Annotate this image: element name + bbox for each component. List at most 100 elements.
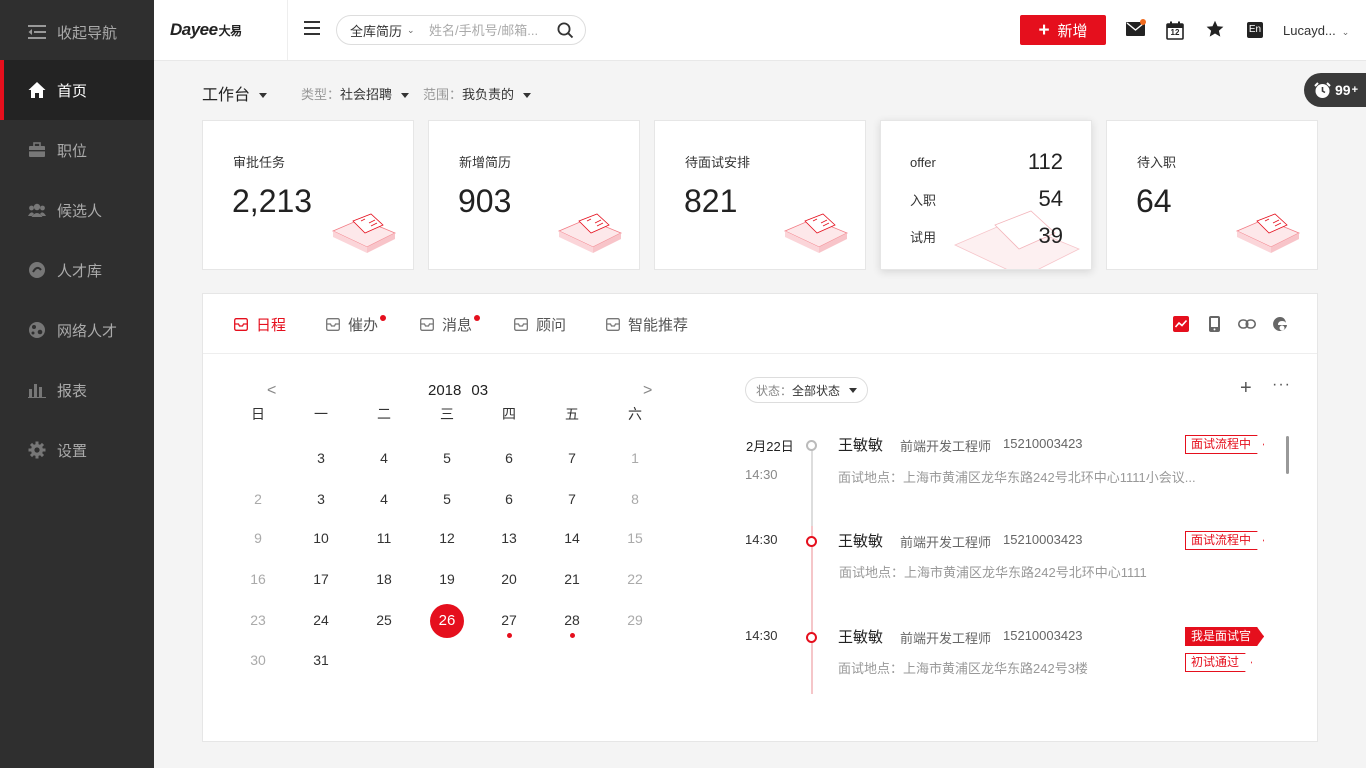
tab-schedule[interactable]: 日程 <box>234 314 286 335</box>
calendar-day[interactable]: 27 <box>489 604 529 638</box>
chevron-down-icon: ⌄ <box>1341 27 1350 37</box>
calendar-day[interactable]: 3 <box>301 483 341 515</box>
range-filter-label: 范围： <box>423 87 463 102</box>
caret-down-icon <box>523 93 532 99</box>
stat-card-offer-onboard[interactable]: offer 112 入职 54 试用 39 <box>880 120 1092 270</box>
calendar-day[interactable]: 25 <box>364 604 404 636</box>
calendar-day[interactable]: 16 <box>238 563 278 595</box>
link-icon[interactable] <box>1238 315 1256 333</box>
add-new-button[interactable]: + 新增 <box>1020 15 1106 45</box>
trend-chart-icon[interactable] <box>1172 315 1190 333</box>
stat-card-new-resumes[interactable]: 新增简历 903 <box>428 120 640 270</box>
calendar-day[interactable]: 29 <box>615 604 655 636</box>
logo: Dayee大易 <box>170 20 242 40</box>
tab-messages[interactable]: 消息 <box>420 314 481 335</box>
calendar-day[interactable]: 7 <box>552 483 592 515</box>
user-menu[interactable]: Lucayd... ⌄ <box>1283 23 1349 38</box>
sidebar-item-positions[interactable]: 职位 <box>0 120 154 180</box>
calendar-day[interactable]: 24 <box>301 604 341 636</box>
calendar-day[interactable]: 6 <box>489 442 529 474</box>
network-icon <box>28 321 46 339</box>
scrollbar[interactable] <box>1286 436 1289 474</box>
sidebar-item-settings[interactable]: 设置 <box>0 420 154 480</box>
edge-browser-icon[interactable] <box>1271 315 1289 333</box>
menu-icon[interactable] <box>304 21 320 37</box>
calendar-day[interactable]: 7 <box>552 442 592 474</box>
status-filter-select[interactable]: 状态： 全部状态 <box>745 377 869 403</box>
tab-consultant[interactable]: 顾问 <box>514 314 566 335</box>
candidate-position: 前端开发工程师 <box>900 535 992 550</box>
calendar-icon[interactable]: 12 <box>1165 20 1185 40</box>
calendar-day[interactable]: 13 <box>489 522 529 554</box>
candidate-name[interactable]: 王敏敏 <box>838 530 883 551</box>
star-icon[interactable] <box>1205 19 1225 39</box>
tab-label: 催办 <box>348 317 379 334</box>
sidebar-item-talent-pool[interactable]: 人才库 <box>0 240 154 300</box>
calendar-day[interactable]: 15 <box>615 522 655 554</box>
search-input[interactable] <box>429 22 551 38</box>
stat-card-approval[interactable]: 审批任务 2,213 <box>202 120 414 270</box>
add-schedule-button[interactable]: + <box>1240 378 1252 398</box>
sidebar-item-reports[interactable]: 报表 <box>0 360 154 420</box>
calendar-day[interactable]: 18 <box>364 563 404 595</box>
calendar-day[interactable]: 1 <box>615 442 655 474</box>
more-icon[interactable]: ··· <box>1272 376 1291 394</box>
calendar-day[interactable]: 5 <box>427 483 467 515</box>
reminder-count-suffix: + <box>1351 84 1359 96</box>
calendar-day: 12 <box>1170 28 1180 37</box>
calendar-day[interactable]: 20 <box>489 563 529 595</box>
type-filter[interactable]: 类型：社会招聘 <box>301 84 410 103</box>
candidate-name[interactable]: 王敏敏 <box>838 434 883 455</box>
calendar-day[interactable]: 4 <box>364 483 404 515</box>
calendar-day[interactable]: 10 <box>301 522 341 554</box>
calendar-day[interactable]: 17 <box>301 563 341 595</box>
workbench-title-dropdown[interactable]: 工作台 <box>202 81 268 105</box>
calendar-day[interactable]: 14 <box>552 522 592 554</box>
weekday-header: 五 <box>565 406 579 422</box>
collapse-nav-button[interactable]: 收起导航 <box>0 0 154 64</box>
calendar-day[interactable]: 5 <box>427 442 467 474</box>
stat-card-interview-pending[interactable]: 待面试安排 821 <box>654 120 866 270</box>
calendar-day[interactable]: 30 <box>238 644 278 676</box>
sidebar-item-home[interactable]: 首页 <box>0 60 154 120</box>
tab-smart-recommend[interactable]: 智能推荐 <box>606 314 688 335</box>
collapse-nav-label: 收起导航 <box>57 24 118 42</box>
calendar-day[interactable]: 11 <box>364 522 404 554</box>
stat-card-label: 审批任务 <box>233 155 286 170</box>
mobile-icon[interactable] <box>1205 315 1223 333</box>
caret-down-icon <box>259 93 268 99</box>
stat-row-label: 试用 <box>910 229 937 245</box>
calendar-day[interactable]: 23 <box>238 604 278 636</box>
calendar-day[interactable]: 22 <box>615 563 655 595</box>
calendar-day[interactable]: 12 <box>427 522 467 554</box>
candidate-name[interactable]: 王敏敏 <box>838 626 883 647</box>
calendar-day[interactable]: 8 <box>615 483 655 515</box>
calendar-day[interactable]: 4 <box>364 442 404 474</box>
event-date: 2月22日 <box>746 439 794 454</box>
calendar-day[interactable]: 9 <box>238 522 278 554</box>
calendar-day[interactable]: 6 <box>489 483 529 515</box>
calendar-day[interactable]: 2 <box>238 483 278 515</box>
status-tag: 面试流程中 <box>1185 435 1264 454</box>
sidebar-item-candidates[interactable]: 候选人 <box>0 180 154 240</box>
language-switch[interactable]: En <box>1245 20 1265 40</box>
calendar-day[interactable]: 3 <box>301 442 341 474</box>
reminder-badge[interactable]: 99 + <box>1304 73 1366 107</box>
calendar-day[interactable]: 21 <box>552 563 592 595</box>
mail-icon[interactable] <box>1125 19 1146 39</box>
notify-dot <box>474 314 481 321</box>
sidebar-item-label: 首页 <box>57 82 88 100</box>
add-new-label: 新增 <box>1057 22 1088 40</box>
panel-tabs: 日程 催办 消息 顾问 智能推荐 <box>203 294 1317 354</box>
range-filter[interactable]: 范围：我负责的 <box>423 84 532 103</box>
sidebar-item-network-talent[interactable]: 网络人才 <box>0 300 154 360</box>
calendar-day[interactable]: 31 <box>301 644 341 676</box>
stat-card-pending-onboard[interactable]: 待入职 64 <box>1106 120 1318 270</box>
tab-urge[interactable]: 催办 <box>326 314 387 335</box>
search-scope-select[interactable]: 全库简历 ⌄ <box>337 21 429 40</box>
calendar-day[interactable]: 28 <box>552 604 592 638</box>
stat-card-label: 新增简历 <box>459 155 512 170</box>
calendar-day[interactable]: 26 <box>427 604 467 638</box>
search-icon[interactable] <box>557 22 574 42</box>
calendar-day[interactable]: 19 <box>427 563 467 595</box>
